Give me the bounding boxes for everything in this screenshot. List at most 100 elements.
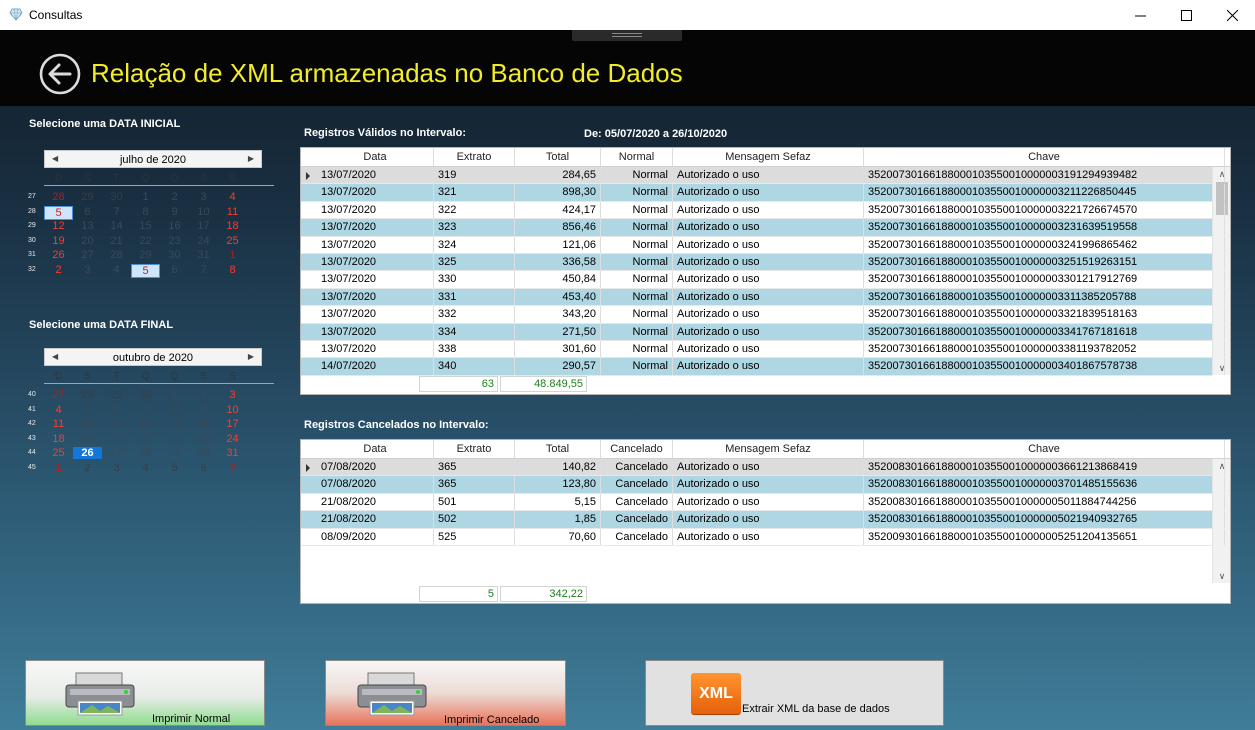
calendar-day[interactable]: 7: [102, 206, 131, 218]
calendar-day[interactable]: 5: [160, 462, 189, 474]
calendar-day[interactable]: 18: [218, 220, 247, 232]
calendar-day[interactable]: 27: [44, 389, 73, 401]
table-row[interactable]: 07/08/2020 365 140,82 Cancelado Autorizado o…: [301, 459, 1225, 477]
table-row[interactable]: 14/07/2020 340 290,57 Normal Autorizado o us…: [301, 358, 1225, 376]
table-row[interactable]: 13/07/2020 334 271,50 Normal Autorizado o us…: [301, 323, 1225, 341]
calendar-day[interactable]: 27: [73, 249, 102, 261]
valid-records-table[interactable]: Data Extrato Total Normal Mensagem Sefaz Chav…: [300, 147, 1231, 395]
calendar-day[interactable]: 15: [131, 220, 160, 232]
calendar-day[interactable]: 29: [102, 389, 131, 401]
calendar-day[interactable]: 15: [160, 418, 189, 430]
next-month-start-icon[interactable]: ▶: [248, 154, 254, 163]
table-row[interactable]: 07/08/2020 365 123,80 Cancelado Autorizado o…: [301, 476, 1225, 494]
calendar-day[interactable]: 20: [102, 433, 131, 445]
cancel-column-header[interactable]: Data: [317, 440, 434, 458]
calendar-day[interactable]: 21: [102, 235, 131, 247]
calendar-day[interactable]: 9: [160, 206, 189, 218]
calendar-day[interactable]: 24: [189, 235, 218, 247]
calendar-day[interactable]: 1: [218, 249, 247, 261]
table-row[interactable]: 13/07/2020 323 856,46 Normal Autorizado o us…: [301, 219, 1225, 237]
calendar-day[interactable]: 4: [218, 191, 247, 203]
table-row[interactable]: 13/07/2020 331 453,40 Normal Autorizado o us…: [301, 288, 1225, 307]
calendar-day[interactable]: 28: [44, 191, 73, 203]
calendar-day[interactable]: 25: [44, 447, 73, 459]
calendar-day[interactable]: 28: [102, 249, 131, 261]
calendar-day[interactable]: 7: [218, 462, 247, 474]
valid-column-header[interactable]: Mensagem Sefaz: [673, 148, 864, 166]
calendar-day[interactable]: 9: [189, 404, 218, 416]
table-row[interactable]: 13/07/2020 338 301,60 Normal Autorizado o us…: [301, 341, 1225, 359]
valid-column-header[interactable]: Chave: [864, 148, 1225, 166]
calendar-day[interactable]: 20: [73, 235, 102, 247]
calendar-day[interactable]: 29: [131, 249, 160, 261]
calendar-day[interactable]: 25: [218, 235, 247, 247]
extract-xml-button[interactable]: XML Extrair XML da base de dados: [645, 660, 944, 726]
cancel-column-header[interactable]: Cancelado: [601, 440, 673, 458]
calendar-day[interactable]: 19: [44, 235, 73, 247]
calendar-day[interactable]: 13: [102, 418, 131, 430]
calendar-day[interactable]: 6: [102, 404, 131, 416]
valid-column-header[interactable]: Total: [515, 148, 601, 166]
print-cancel-button[interactable]: Imprimir Cancelado: [325, 660, 566, 726]
calendar-day[interactable]: 17: [189, 220, 218, 232]
calendar-day[interactable]: 5: [131, 264, 160, 278]
scroll-down-icon[interactable]: ∨: [1213, 569, 1231, 583]
calendar-day[interactable]: 8: [218, 264, 247, 276]
calendar-day[interactable]: 26: [44, 249, 73, 261]
drag-grip-handle[interactable]: [572, 30, 682, 41]
calendar-day[interactable]: 21: [131, 433, 160, 445]
calendar-day[interactable]: 23: [189, 433, 218, 445]
calendar-day[interactable]: 12: [73, 418, 102, 430]
calendar-day[interactable]: 6: [189, 462, 218, 474]
calendar-day[interactable]: 31: [218, 447, 247, 459]
table-row[interactable]: 13/07/2020 319 284,65 Normal Autorizado o us…: [301, 167, 1225, 185]
calendar-day[interactable]: 12: [44, 220, 73, 232]
calendar-day[interactable]: 16: [189, 418, 218, 430]
calendar-day[interactable]: 5: [44, 205, 73, 220]
calendar-day[interactable]: 2: [73, 462, 102, 474]
calendar-day[interactable]: 23: [160, 235, 189, 247]
table-row[interactable]: 08/09/2020 525 70,60 Cancelado Autorizado o …: [301, 528, 1225, 546]
calendar-day[interactable]: 3: [73, 264, 102, 276]
calendar-day[interactable]: 14: [102, 220, 131, 232]
calendar-day[interactable]: 1: [160, 389, 189, 401]
calendar-day[interactable]: 27: [102, 447, 131, 459]
table-row[interactable]: 21/08/2020 502 1,85 Cancelado Autorizado o u…: [301, 511, 1225, 529]
calendar-day[interactable]: 5: [73, 404, 102, 416]
back-arrow-icon[interactable]: [39, 53, 81, 95]
table-row[interactable]: 13/07/2020 332 343,20 Normal Autorizado o us…: [301, 306, 1225, 324]
print-normal-button[interactable]: Imprimir Normal: [25, 660, 265, 726]
table-row[interactable]: 13/07/2020 324 121,06 Normal Autorizado o us…: [301, 236, 1225, 254]
next-month-end-icon[interactable]: ▶: [248, 352, 254, 361]
calendar-day[interactable]: 19: [73, 433, 102, 445]
calendar-day[interactable]: 3: [102, 462, 131, 474]
maximize-button[interactable]: [1163, 0, 1209, 30]
calendar-day[interactable]: 28: [131, 447, 160, 459]
calendar-day[interactable]: 14: [131, 418, 160, 430]
calendar-day[interactable]: 26: [73, 447, 102, 460]
calendar-day[interactable]: 4: [44, 404, 73, 416]
calendar-day[interactable]: 11: [218, 206, 247, 218]
table-row[interactable]: 13/07/2020 322 424,17 Normal Autorizado o us…: [301, 201, 1225, 220]
table-row[interactable]: 13/07/2020 325 336,58 Normal Autorizado o us…: [301, 254, 1225, 272]
calendar-day[interactable]: 30: [102, 191, 131, 203]
calendar-day[interactable]: 16: [160, 220, 189, 232]
calendar-day[interactable]: 29: [160, 447, 189, 459]
calendar-day[interactable]: 4: [131, 462, 160, 474]
table-row[interactable]: 13/07/2020 330 450,84 Normal Autorizado o us…: [301, 271, 1225, 289]
calendar-day[interactable]: 29: [73, 191, 102, 203]
valid-column-header[interactable]: Extrato: [434, 148, 515, 166]
cancel-records-table[interactable]: Data Extrato Total Cancelado Mensagem Sefaz C…: [300, 439, 1231, 604]
calendar-day[interactable]: 30: [189, 447, 218, 459]
calendar-day[interactable]: 8: [160, 404, 189, 416]
calendar-day[interactable]: 22: [131, 235, 160, 247]
table-row[interactable]: 21/08/2020 501 5,15 Cancelado Autorizado o u…: [301, 493, 1225, 512]
calendar-day[interactable]: 30: [131, 389, 160, 401]
cancel-column-header[interactable]: Mensagem Sefaz: [673, 440, 864, 458]
table-row[interactable]: 13/07/2020 321 898,30 Normal Autorizado o us…: [301, 184, 1225, 202]
cancel-column-header[interactable]: Total: [515, 440, 601, 458]
calendar-day[interactable]: 3: [218, 389, 247, 401]
calendar-day[interactable]: 6: [160, 264, 189, 276]
calendar-day[interactable]: 31: [189, 249, 218, 261]
calendar-day[interactable]: 4: [102, 264, 131, 276]
